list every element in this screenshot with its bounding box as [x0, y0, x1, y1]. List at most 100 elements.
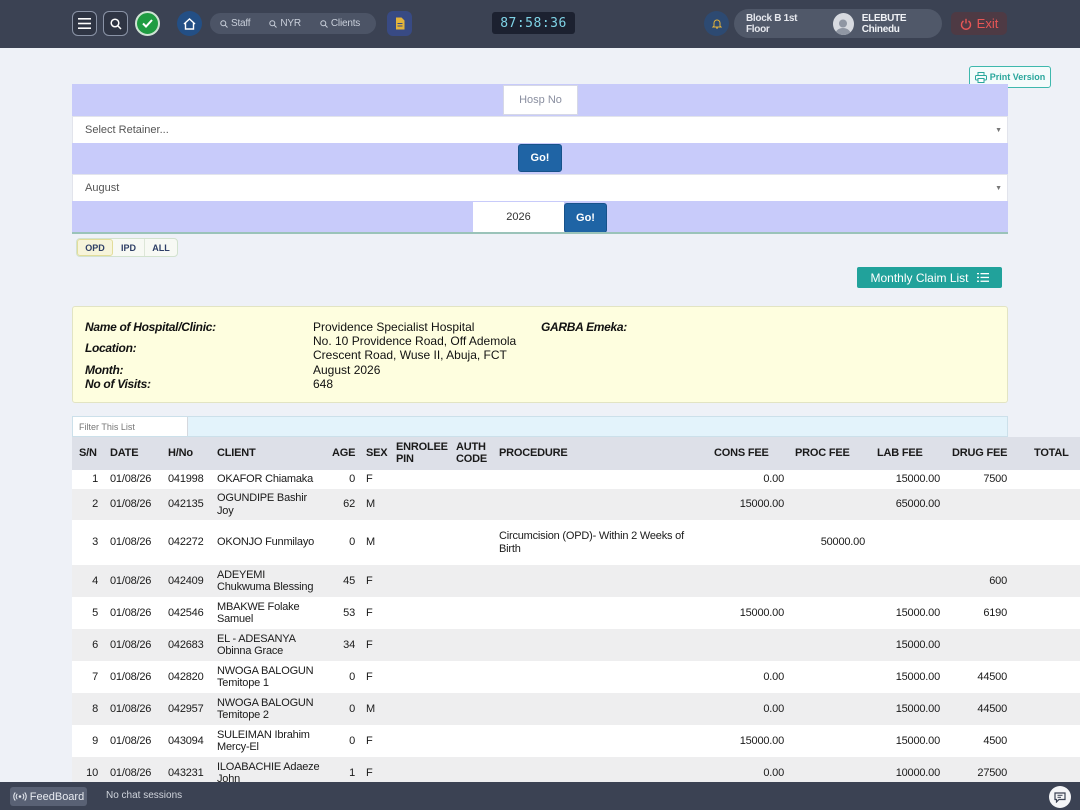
- cell-client: SULEIMAN Ibrahim: [217, 728, 310, 741]
- cell-client: OGUNDIPE Bashir: [217, 492, 307, 504]
- retainer-select-value: Select Retainer...: [85, 124, 169, 136]
- cell-lab: 65000.00: [895, 498, 940, 511]
- filter-bar: [72, 416, 1008, 437]
- cell-date: 01/08/26: [110, 574, 152, 587]
- th-sex: SEX: [366, 447, 388, 459]
- notifications-button[interactable]: [704, 11, 729, 36]
- user-name: ELEBUTE Chinedu: [861, 12, 907, 35]
- cell-client: NWOGA BALOGUN: [217, 664, 314, 677]
- table-row[interactable]: 4 01/08/26 042409 ADEYEMI Chukwuma Blessing 4…: [72, 565, 1080, 597]
- month-label: Month:: [85, 363, 124, 377]
- cell-client: Chukwuma Blessing: [217, 581, 314, 593]
- cell-sn: 3: [92, 536, 98, 549]
- year-input[interactable]: 2026: [473, 202, 564, 232]
- monthly-claim-list-label: Monthly Claim List: [870, 270, 969, 285]
- cell-sex: F: [366, 473, 373, 486]
- cell-drug: 44500: [977, 702, 1007, 715]
- cell-client: John: [217, 773, 241, 782]
- cell-date: 01/08/26: [110, 638, 152, 651]
- menu-button[interactable]: [72, 11, 97, 36]
- nav-nyr[interactable]: NYR: [259, 18, 310, 29]
- documents-button[interactable]: [387, 11, 412, 36]
- cell-hno: 042957: [168, 702, 204, 715]
- table-row[interactable]: 10 01/08/26 043231 ILOABACHIE Adaeze John 1 F 0…: [72, 757, 1080, 782]
- cell-cons: 0.00: [763, 670, 784, 683]
- home-button[interactable]: [177, 11, 202, 36]
- table-row[interactable]: 6 01/08/26 042683 EL - ADESANYA Obinna Grace…: [72, 629, 1080, 661]
- tab-opd[interactable]: OPD: [77, 239, 113, 256]
- cell-client: Obinna Grace: [217, 645, 284, 657]
- chat-icon: [1054, 791, 1066, 803]
- cell-hno: 042135: [168, 498, 204, 511]
- table-row[interactable]: 2 01/08/26 042135 OGUNDIPE Bashir Joy 62 M 1500…: [72, 489, 1080, 520]
- tab-all[interactable]: ALL: [145, 239, 177, 256]
- search-button[interactable]: [103, 11, 128, 36]
- cell-hno: 042409: [168, 574, 204, 587]
- footer-bar: FeedBoard No chat sessions: [0, 782, 1080, 810]
- cell-sn: 5: [92, 606, 98, 619]
- status-check-button[interactable]: [135, 11, 160, 36]
- table-row[interactable]: 8 01/08/26 042957 NWOGA BALOGUN Temitope 2 0M…: [72, 693, 1080, 725]
- filter-input[interactable]: Filter This List: [73, 417, 188, 436]
- table-row[interactable]: 3 01/08/26 042272 OKONJO Funmilayo 0 M Circumc…: [72, 520, 1080, 565]
- home-icon: [183, 17, 196, 30]
- retainer-select[interactable]: Select Retainer... ▼: [72, 116, 1008, 144]
- th-age: AGE: [332, 447, 356, 459]
- go-button-retainer[interactable]: Go!: [518, 144, 562, 172]
- month-select[interactable]: August ▼: [72, 174, 1008, 202]
- table-row[interactable]: 7 01/08/26 042820 NWOGA BALOGUN Temitope 1 0F…: [72, 661, 1080, 693]
- cell-drug: 600: [989, 574, 1007, 587]
- location-label: Location:: [85, 341, 137, 355]
- month-select-value: August: [85, 182, 120, 194]
- cell-age: 62: [343, 498, 355, 511]
- cell-client: ILOABACHIE Adaeze: [217, 760, 320, 773]
- tab-ipd[interactable]: IPD: [113, 239, 145, 256]
- feedboard-button[interactable]: FeedBoard: [10, 787, 87, 806]
- cell-sn: 6: [92, 638, 98, 651]
- cell-age: 0: [349, 473, 355, 486]
- th-date: DATE: [110, 447, 139, 459]
- nav-staff[interactable]: Staff: [210, 18, 259, 29]
- th-total: TOTAL: [1034, 447, 1069, 459]
- visit-type-tabs: OPD IPD ALL: [76, 238, 178, 257]
- session-clock: 87:58:36: [492, 12, 575, 34]
- cell-sex: F: [366, 638, 373, 651]
- table-row[interactable]: 9 01/08/26 043094 SULEIMAN Ibrahim Mercy-El 0…: [72, 725, 1080, 757]
- list-icon: [976, 273, 989, 282]
- cell-client: Samuel: [217, 613, 254, 625]
- cell-hno: 042546: [168, 606, 204, 619]
- chat-button[interactable]: [1049, 786, 1071, 808]
- user-icon: [835, 19, 852, 35]
- cell-cons: 15000.00: [739, 498, 784, 511]
- nav-clients[interactable]: Clients: [310, 18, 369, 29]
- cell-date: 01/08/26: [110, 606, 152, 619]
- cell-age: 34: [343, 638, 355, 651]
- hosp-no-input[interactable]: Hosp No: [503, 85, 578, 115]
- table-row[interactable]: 1 01/08/26 041998 OKAFOR Chiamaka 0 F 0.00 1500…: [72, 470, 1080, 489]
- table-row[interactable]: 5 01/08/26 042546 MBAKWE Folake Samuel 53 F 150…: [72, 597, 1080, 629]
- cell-cons: 15000.00: [739, 606, 784, 619]
- cell-client: Mercy-El: [217, 741, 259, 753]
- th-sn: S/N: [79, 447, 97, 459]
- cell-sex: F: [366, 766, 373, 779]
- cell-client: OKONJO Funmilayo: [217, 536, 315, 549]
- caret-down-icon: ▼: [995, 127, 1002, 134]
- cell-sn: 8: [92, 702, 98, 715]
- th-auth-code: AUTH CODE: [456, 441, 487, 465]
- cell-age: 0: [349, 734, 355, 747]
- monthly-claim-list-button[interactable]: Monthly Claim List: [857, 267, 1002, 288]
- cell-client: Joy: [217, 504, 234, 517]
- th-cons-fee: CONS FEE: [714, 447, 769, 459]
- search-icon: [109, 17, 122, 30]
- month-value: August 2026: [313, 363, 381, 377]
- cell-sn: 2: [92, 498, 98, 511]
- go-button-year[interactable]: Go!: [564, 203, 607, 233]
- cell-procedure: Circumcision (OPD)- Within 2 Weeks of: [499, 530, 684, 542]
- nav-nyr-label: NYR: [280, 18, 301, 29]
- cell-sex: F: [366, 670, 373, 683]
- check-icon: [142, 19, 153, 28]
- user-menu[interactable]: Block B 1st Floor ELEBUTE Chinedu: [734, 9, 942, 38]
- exit-button[interactable]: Exit: [951, 12, 1007, 35]
- cell-age: 45: [343, 574, 355, 587]
- search-icon: [269, 19, 278, 28]
